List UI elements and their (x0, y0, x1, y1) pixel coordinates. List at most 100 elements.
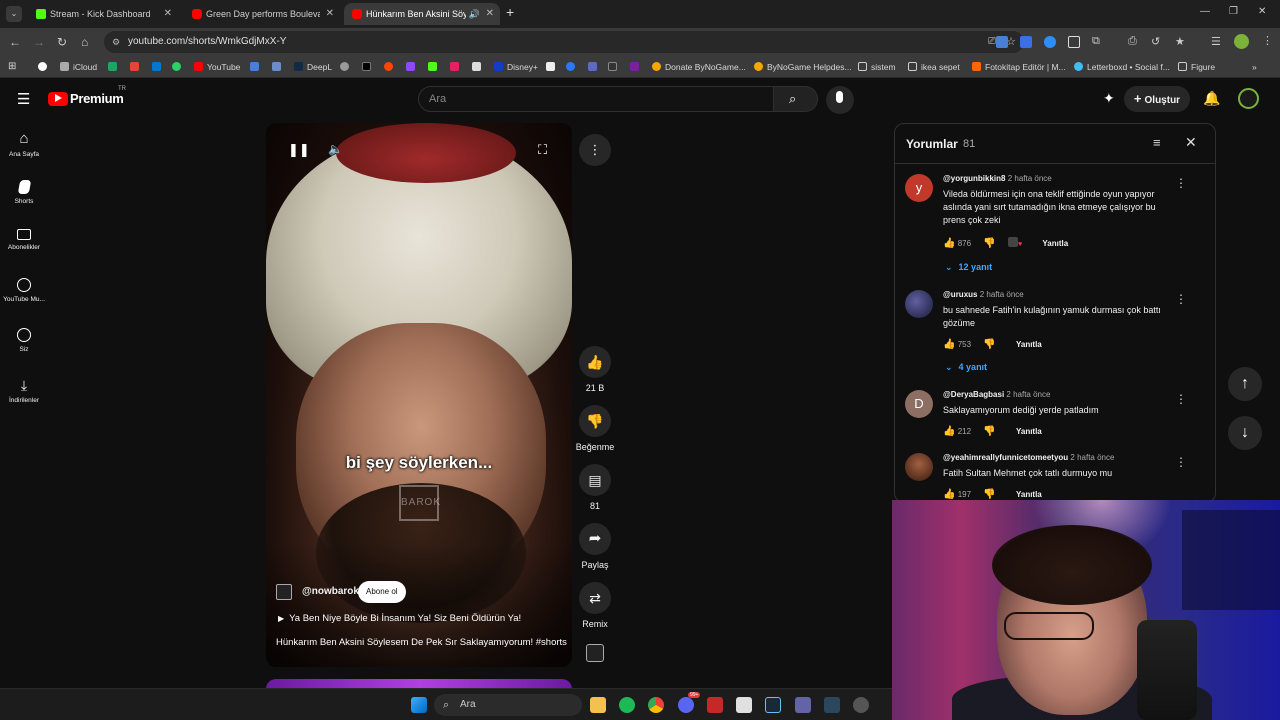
discord-icon[interactable] (678, 697, 694, 713)
home-icon[interactable]: ⌂ (81, 28, 88, 56)
bookmark-folder-sistem[interactable]: sistem (858, 56, 896, 78)
browser-menu-icon[interactable]: ⋮ (1262, 34, 1273, 47)
bookmark-deepl[interactable]: DeepL (294, 56, 332, 78)
bookmark-bynogame-helpdesk[interactable]: ByNoGame Helpdes... (754, 56, 852, 78)
extensions-puzzle-icon[interactable]: ⧉ (1092, 35, 1100, 48)
reading-list-icon[interactable]: ☰ (1211, 35, 1221, 48)
tab-kick-dashboard[interactable]: Stream - Kick Dashboard ✕ (28, 3, 178, 25)
site-info-icon[interactable]: ⚙ (112, 31, 120, 53)
bookmark-icloud[interactable]: iCloud (60, 56, 97, 78)
sound-source-thumbnail[interactable] (586, 644, 604, 662)
thumbs-down-icon[interactable]: 👎 (983, 339, 995, 350)
bookmark-icon[interactable] (450, 56, 463, 78)
thumbs-up-icon[interactable]: 👍 (943, 426, 955, 437)
maximize-icon[interactable]: ❐ (1229, 6, 1238, 17)
comment-author[interactable]: @uruxus 2 hafta önce (943, 290, 1024, 299)
voice-search-button[interactable] (826, 86, 854, 114)
bookmark-icon[interactable] (566, 56, 579, 78)
bookmark-icon[interactable] (130, 56, 143, 78)
taskbar-search-input[interactable]: ⌕ Ara (434, 694, 582, 716)
extension-icon[interactable] (1020, 36, 1032, 48)
extension-icon[interactable] (1068, 36, 1080, 48)
comment-author[interactable]: @yorgunbikkin8 2 hafta önce (943, 174, 1052, 183)
previous-short-button[interactable]: ↑ (1228, 367, 1262, 401)
url-bar[interactable]: ⚙ youtube.com/shorts/WmkGdjMxX-Y ⎚ ☆ (104, 31, 1024, 53)
bookmark-icon[interactable] (38, 56, 51, 78)
view-replies-button[interactable]: ⌄ 4 yanıt (945, 362, 987, 373)
dislike-button[interactable]: 👎 Beğenme (574, 405, 616, 452)
comment-menu-icon[interactable]: ⋮ (1175, 176, 1187, 190)
comment-menu-icon[interactable]: ⋮ (1175, 455, 1187, 469)
shorts-video-player[interactable]: ❚❚ 🔈 ⛶ bi şey söylerken... BAROK @nowbar… (266, 123, 572, 667)
store-icon[interactable] (736, 697, 752, 713)
volume-icon[interactable]: 🔈 (328, 142, 343, 156)
avatar[interactable] (905, 453, 933, 481)
tab-green-day[interactable]: Green Day performs Boulevard ✕ (184, 3, 340, 25)
close-window-icon[interactable]: ✕ (1258, 6, 1266, 17)
channel-avatar[interactable] (276, 584, 292, 600)
tab-hunkarim-active[interactable]: Hünkarım Ben Aksini Söyles 🔊 ✕ (344, 3, 500, 25)
bookmark-icon[interactable] (546, 56, 559, 78)
bookmark-icon[interactable] (108, 56, 121, 78)
studio-icon[interactable]: ✦ (1103, 90, 1115, 107)
music-track[interactable]: ▶ Ya Ben Niye Böyle Bi İnsanım Ya! Siz Be… (278, 613, 521, 624)
like-button[interactable]: 👍 21 B (576, 346, 614, 393)
avatar[interactable]: D (905, 390, 933, 418)
view-replies-button[interactable]: ⌄ 12 yanıt (945, 262, 992, 273)
thumbs-up-icon[interactable]: 👍 (943, 339, 955, 350)
tab-audio-icon[interactable]: 🔊 (469, 3, 480, 25)
profile-avatar[interactable] (1234, 34, 1249, 49)
bookmark-icon[interactable] (588, 56, 601, 78)
reply-button[interactable]: Yanıtla (1016, 340, 1042, 349)
comment-menu-icon[interactable]: ⋮ (1175, 292, 1187, 306)
thumbs-down-icon[interactable]: 👎 (983, 426, 995, 437)
bookmark-icon[interactable] (152, 56, 165, 78)
bookmarks-overflow-icon[interactable]: » (1252, 56, 1257, 78)
bookmark-disney[interactable]: Disney+ (494, 56, 538, 78)
bookmark-donate-bynogame[interactable]: Donate ByNoGame... (652, 56, 746, 78)
channel-name[interactable]: @nowbarok (302, 581, 359, 603)
fullscreen-icon[interactable]: ⛶ (538, 142, 547, 158)
reply-button[interactable]: Yanıtla (1042, 239, 1068, 248)
print-icon[interactable]: ⎙ (1128, 35, 1137, 48)
app-icon[interactable] (707, 697, 723, 713)
avatar[interactable]: y (905, 174, 933, 202)
bookmark-icon[interactable] (608, 56, 621, 78)
chrome-icon[interactable] (648, 697, 664, 713)
bookmark-icon[interactable] (630, 56, 643, 78)
x-twitter-icon[interactable] (362, 56, 375, 78)
bookmark-fotokitap[interactable]: Fotokitap Editör | M... (972, 56, 1066, 78)
bookmark-folder-figure[interactable]: Figure (1178, 56, 1215, 78)
forward-icon[interactable]: → (33, 28, 45, 56)
cast-icon[interactable]: ⎚ (988, 31, 996, 53)
thumbs-down-icon[interactable]: 👎 (983, 489, 995, 500)
tab-close-icon[interactable]: ✕ (486, 3, 494, 25)
tab-close-icon[interactable]: ✕ (326, 3, 334, 25)
notifications-bell-icon[interactable]: 🔔 (1203, 90, 1220, 107)
thumbs-up-icon[interactable]: 👍 (943, 238, 955, 249)
extension-icon[interactable] (1044, 36, 1056, 48)
reply-button[interactable]: Yanıtla (1016, 427, 1042, 436)
history-icon[interactable]: ↺ (1151, 35, 1160, 48)
comment-author[interactable]: @yeahimreallyfunnicetomeetyou 2 hafta ön… (943, 453, 1114, 462)
bookmark-icon[interactable] (250, 56, 263, 78)
bookmark-youtube[interactable]: YouTube (194, 56, 240, 78)
minimize-icon[interactable]: — (1200, 6, 1210, 17)
back-icon[interactable]: ← (9, 28, 21, 56)
share-button[interactable]: ➦ Paylaş (576, 523, 614, 570)
tab-search-button[interactable]: ⌄ (6, 6, 22, 22)
teams-icon[interactable] (795, 697, 811, 713)
comments-button[interactable]: ▤ 81 (576, 464, 614, 511)
pause-icon[interactable]: ❚❚ (288, 142, 310, 158)
new-tab-button[interactable]: + (506, 4, 514, 20)
settings-gear-icon[interactable] (853, 697, 869, 713)
favorites-icon[interactable]: ★ (1175, 35, 1185, 48)
steam-icon[interactable] (765, 697, 781, 713)
hamburger-menu-icon[interactable]: ☰ (17, 90, 30, 108)
comment-menu-icon[interactable]: ⋮ (1175, 392, 1187, 406)
sort-icon[interactable]: ≡ (1153, 135, 1161, 150)
thumbs-up-icon[interactable]: 👍 (943, 489, 955, 500)
bookmark-icon[interactable] (272, 56, 285, 78)
search-input[interactable]: Ara (418, 86, 774, 112)
apps-grid-icon[interactable]: ⊞ (8, 56, 16, 78)
